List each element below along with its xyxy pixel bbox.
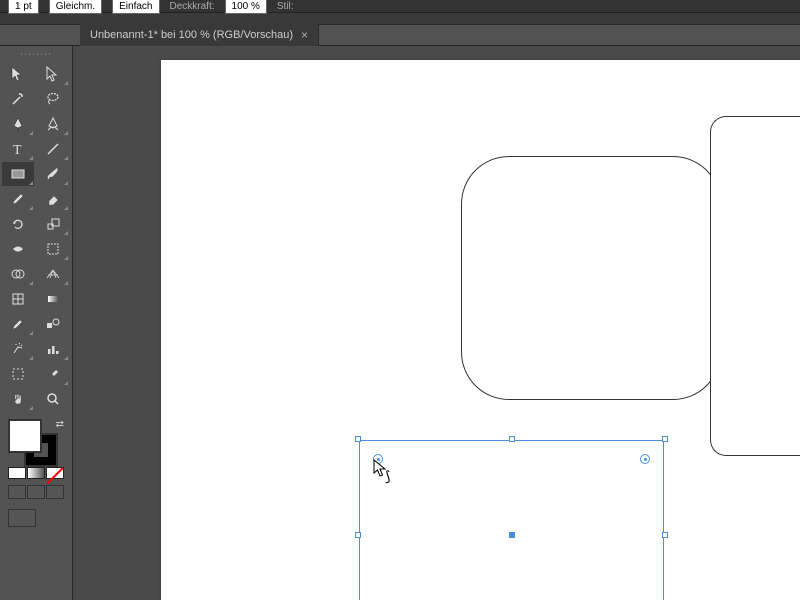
fill-swatch[interactable] [8,419,42,453]
rotate-tool[interactable] [2,212,34,236]
document-tab[interactable]: Unbenannt-1* bei 100 % (RGB/Vorschau) × [80,24,319,46]
resize-handle-tr[interactable] [662,436,668,442]
fill-stroke-swatches: ⇄ [2,417,70,465]
stroke-profile[interactable]: Gleichm. [49,0,102,14]
rounded-rectangle-shape[interactable] [461,156,721,400]
screen-mode-button[interactable] [8,509,36,527]
hand-tool[interactable] [2,387,34,411]
resize-handle-ml[interactable] [355,532,361,538]
center-point[interactable] [509,532,515,538]
artboard-tool[interactable] [2,362,34,386]
symbol-sprayer-tool[interactable] [2,337,34,361]
color-mode-gradient[interactable] [27,467,45,479]
selection-tool[interactable] [2,62,34,86]
tools-panel: T ⇄ [0,46,73,600]
screen-mode [2,507,70,529]
options-bar: 1 pt Gleichm. Einfach Deckkraft: 100 % S… [0,0,800,12]
document-tab-bar: Unbenannt-1* bei 100 % (RGB/Vorschau) × [0,24,800,46]
screen-mode-row [2,481,70,503]
width-tool[interactable] [2,237,34,261]
lasso-tool[interactable] [37,87,69,111]
tool-grid: T [2,62,70,411]
brush-def[interactable]: Einfach [112,0,159,14]
perspective-grid-tool[interactable] [37,262,69,286]
resize-handle-tm[interactable] [509,436,515,442]
selection-bounds [359,440,664,600]
canvas-area[interactable]: ⟆ [73,46,800,600]
opacity-label: Deckkraft: [170,1,215,12]
blend-tool[interactable] [37,312,69,336]
gradient-tool[interactable] [37,287,69,311]
swap-fill-stroke-icon[interactable]: ⇄ [56,419,64,430]
app-menu-bar [0,12,800,24]
zoom-tool[interactable] [37,387,69,411]
opacity-input[interactable]: 100 % [225,0,267,14]
curvature-tool[interactable] [37,112,69,136]
free-transform-tool[interactable] [37,237,69,261]
column-graph-tool[interactable] [37,337,69,361]
document-tab-title: Unbenannt-1* bei 100 % (RGB/Vorschau) [90,29,293,41]
style-label: Stil: [277,1,294,12]
resize-handle-tl[interactable] [355,436,361,442]
svg-text:T: T [13,143,22,157]
color-mode-row [2,465,70,481]
eyedropper-tool[interactable] [2,312,34,336]
pencil-tool[interactable] [2,187,34,211]
eraser-tool[interactable] [37,187,69,211]
shape-builder-tool[interactable] [2,262,34,286]
workspace: T ⇄ [0,46,800,600]
paintbrush-tool[interactable] [37,162,69,186]
magic-wand-tool[interactable] [2,87,34,111]
scale-tool[interactable] [37,212,69,236]
live-corner-widget-tl[interactable] [373,454,383,464]
panel-grip[interactable] [2,50,70,58]
slice-tool[interactable] [37,362,69,386]
live-corner-widget-tr[interactable] [640,454,650,464]
draw-behind[interactable] [27,485,45,499]
draw-inside[interactable] [46,485,64,499]
selected-rectangle[interactable] [359,440,664,600]
type-tool[interactable]: T [2,137,34,161]
mesh-tool[interactable] [2,287,34,311]
line-segment-tool[interactable] [37,137,69,161]
rounded-rectangle-shape-2[interactable] [710,116,800,456]
resize-handle-mr[interactable] [662,532,668,538]
direct-selection-tool[interactable] [37,62,69,86]
rectangle-tool[interactable] [2,162,34,186]
pen-tool[interactable] [2,112,34,136]
color-mode-none[interactable] [46,467,64,479]
draw-normal[interactable] [8,485,26,499]
close-tab-icon[interactable]: × [301,28,308,42]
stroke-weight-input[interactable]: 1 pt [8,0,39,14]
color-mode-color[interactable] [8,467,26,479]
